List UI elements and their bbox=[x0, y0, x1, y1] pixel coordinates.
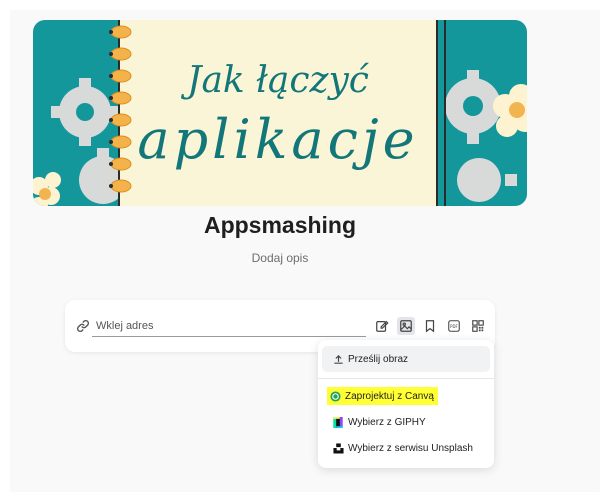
unsplash-item[interactable]: Wybierz z serwisu Unsplash bbox=[322, 436, 490, 460]
image-source-menu: Prześlij obraz Zaprojektuj z Canvą Wybie… bbox=[318, 340, 494, 468]
board-description[interactable]: Dodaj opis bbox=[0, 251, 560, 265]
qr-code-icon[interactable] bbox=[469, 317, 487, 335]
pdf-icon[interactable]: PDF bbox=[445, 317, 463, 335]
svg-text:PDF: PDF bbox=[450, 324, 458, 329]
board-cover-image[interactable]: Jak łączyć aplikacje bbox=[33, 20, 527, 206]
canva-item[interactable]: Zaprojektuj z Canvą bbox=[322, 384, 490, 408]
canva-label: Zaprojektuj z Canvą bbox=[345, 390, 434, 402]
unsplash-icon bbox=[332, 442, 344, 454]
cover-illustration: Jak łączyć aplikacje bbox=[33, 20, 527, 206]
bookmark-icon[interactable] bbox=[421, 317, 439, 335]
unsplash-label: Wybierz z serwisu Unsplash bbox=[348, 442, 473, 454]
giphy-icon bbox=[332, 416, 344, 428]
menu-divider bbox=[318, 378, 494, 379]
image-icon[interactable] bbox=[397, 317, 415, 335]
giphy-item[interactable]: Wybierz z GIPHY bbox=[322, 410, 490, 434]
upload-icon bbox=[332, 353, 344, 365]
cover-title-line1: Jak łączyć bbox=[180, 60, 370, 101]
upload-image-label: Prześlij obraz bbox=[348, 353, 409, 365]
upload-image-item[interactable]: Prześlij obraz bbox=[322, 346, 490, 372]
giphy-label: Wybierz z GIPHY bbox=[348, 416, 426, 428]
board-title[interactable]: Appsmashing bbox=[0, 212, 560, 239]
url-input[interactable] bbox=[92, 316, 366, 337]
link-icon bbox=[76, 319, 90, 333]
edit-icon[interactable] bbox=[373, 317, 391, 335]
canva-highlight: Zaprojektuj z Canvą bbox=[327, 387, 438, 405]
cover-title-line2: aplikacje bbox=[137, 108, 418, 171]
canva-icon bbox=[329, 390, 341, 402]
